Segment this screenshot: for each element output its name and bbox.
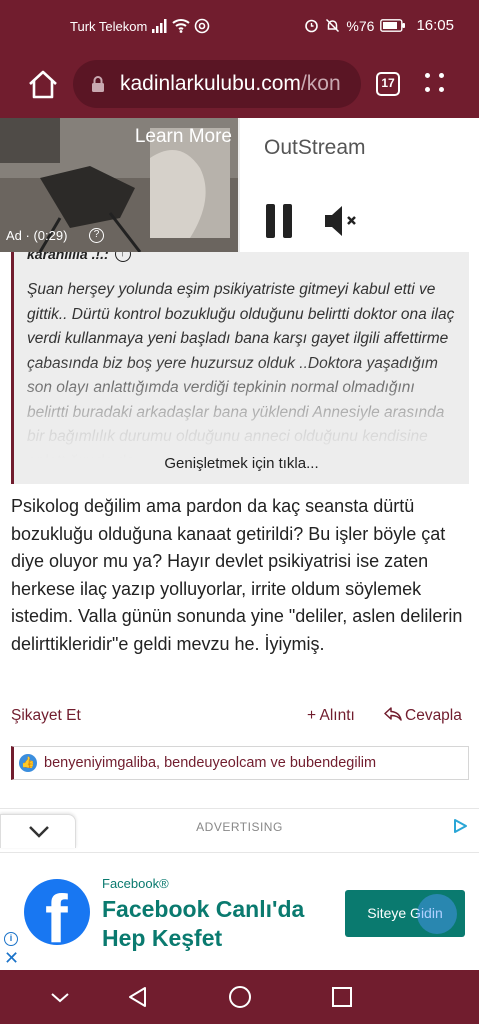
adchoices-icon[interactable] <box>452 818 468 834</box>
signal-icon <box>152 19 167 33</box>
tabs-icon[interactable]: 17 <box>376 72 400 96</box>
facebook-logo: f <box>24 879 90 945</box>
ad-headline: Facebook Canlı'da Hep Keşfet <box>102 896 305 951</box>
ad-info-icon[interactable]: ? <box>89 228 104 243</box>
nfc-icon <box>194 18 210 34</box>
facebook-logo-letter: f <box>45 881 68 945</box>
video-ad[interactable]: Learn More Ad · (0:29) ? <box>0 118 238 252</box>
outstream-label: OutStream <box>264 136 366 159</box>
url-path: /kon <box>300 72 341 95</box>
back-icon[interactable] <box>127 985 149 1009</box>
ad-info-icon[interactable]: i <box>4 932 18 946</box>
browser-toolbar: kadinlarkulubu.com/kon 17 <box>0 56 479 118</box>
wifi-icon <box>172 19 190 33</box>
advertising-label: ADVERTISING <box>196 820 283 834</box>
quote-button[interactable]: + Alıntı <box>307 707 355 725</box>
report-link[interactable]: Şikayet Et <box>11 707 81 725</box>
ad-timer: Ad · (0:29) <box>6 228 68 243</box>
close-icon[interactable]: ✕ <box>4 949 19 967</box>
learn-more-link[interactable]: Learn More <box>135 126 232 148</box>
recents-icon[interactable] <box>331 985 353 1009</box>
url-domain: kadinlarkulubu.com <box>120 72 301 95</box>
system-nav-bar <box>0 970 479 1024</box>
status-bar: Turk Telekom %76 16:05 <box>0 0 479 56</box>
cta-overlay-icon <box>417 894 457 934</box>
reply-button[interactable]: Cevapla <box>384 707 462 725</box>
home-circle-icon[interactable] <box>228 985 252 1009</box>
likes-list[interactable]: benyeniyimgaliba, bendeuyeolcam ve buben… <box>44 755 376 771</box>
url-text: kadinlarkulubu.com/kon <box>120 72 341 96</box>
quote-button-label: Alıntı <box>319 707 355 724</box>
like-icon: 👍 <box>19 754 37 772</box>
outstream-player: OutStream <box>240 118 479 252</box>
battery-percent: %76 <box>346 17 375 34</box>
silent-icon <box>326 18 340 33</box>
clock: 16:05 <box>416 17 454 34</box>
plus-icon: + <box>307 707 320 724</box>
pause-icon[interactable] <box>266 204 296 238</box>
ad-sponsor: Facebook® <box>102 876 169 891</box>
likes-bar[interactable]: 👍 benyeniyimgaliba, bendeuyeolcam ve bub… <box>11 746 469 780</box>
home-icon[interactable] <box>26 68 60 102</box>
chevron-down-icon[interactable] <box>49 985 71 1009</box>
reply-icon <box>384 707 402 721</box>
post-actions: Şikayet Et + Alıntı Cevapla <box>11 707 469 731</box>
lock-icon <box>92 76 104 92</box>
overflow-menu-icon[interactable] <box>425 71 447 97</box>
mute-icon[interactable] <box>323 204 359 238</box>
carrier-label: Turk Telekom <box>70 19 148 34</box>
address-bar[interactable]: kadinlarkulubu.com/kon <box>73 60 361 108</box>
reply-button-label: Cevapla <box>405 707 462 724</box>
expand-quote-link[interactable]: Genişletmek için tıkla... <box>14 455 469 472</box>
alarm-icon <box>305 19 319 33</box>
battery-icon <box>380 19 406 32</box>
post-body: Psikolog değilim ama pardon da kaç seans… <box>11 496 463 654</box>
facebook-banner-ad[interactable]: f Facebook® Facebook Canlı'da Hep Keşfet… <box>0 852 479 970</box>
